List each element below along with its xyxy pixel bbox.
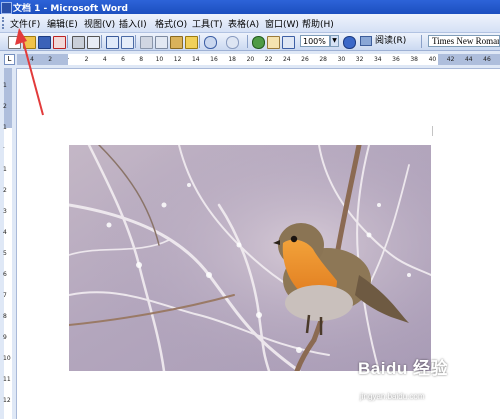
annotation-arrow	[15, 28, 44, 116]
